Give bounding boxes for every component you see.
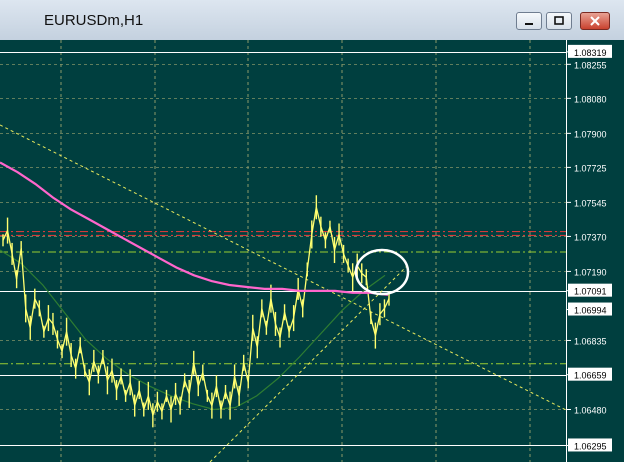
price-tick-label: 1.07190: [574, 267, 607, 277]
price-tick-label: 1.08319: [574, 48, 607, 58]
close-icon: [590, 16, 600, 26]
price-tick-label: 1.08255: [574, 60, 607, 70]
price-tick-label: 1.06994: [574, 306, 607, 316]
price-tick-label: 1.06295: [574, 441, 607, 451]
minimize-button[interactable]: [516, 12, 542, 30]
price-tick-label: 1.06659: [574, 371, 607, 381]
chart-window: EURUSDm,H1 1.08319 1.08255 1.08080 1.079…: [0, 0, 624, 462]
price-tick-label: 1.07091: [574, 287, 607, 297]
price-tick-label: 1.06835: [574, 336, 607, 346]
price-tick-label: 1.07545: [574, 198, 607, 208]
price-tick-label: 1.07725: [574, 163, 607, 173]
maximize-button[interactable]: [546, 12, 572, 30]
title-bar[interactable]: EURUSDm,H1: [0, 0, 624, 41]
minimize-icon: [525, 23, 533, 25]
maximize-icon: [554, 16, 564, 25]
price-tick-label: 1.07900: [574, 129, 607, 139]
price-tick-label: 1.06480: [574, 405, 607, 415]
close-button[interactable]: [580, 12, 610, 30]
price-tick-label: 1.07370: [574, 232, 607, 242]
price-chart[interactable]: 1.08319 1.08255 1.08080 1.07900 1.07725 1.075…: [0, 40, 624, 462]
price-tick-label: 1.08080: [574, 94, 607, 104]
window-title: EURUSDm,H1: [44, 12, 144, 29]
chart-canvas[interactable]: 1.08319 1.08255 1.08080 1.07900 1.07725 1.075…: [0, 40, 624, 462]
